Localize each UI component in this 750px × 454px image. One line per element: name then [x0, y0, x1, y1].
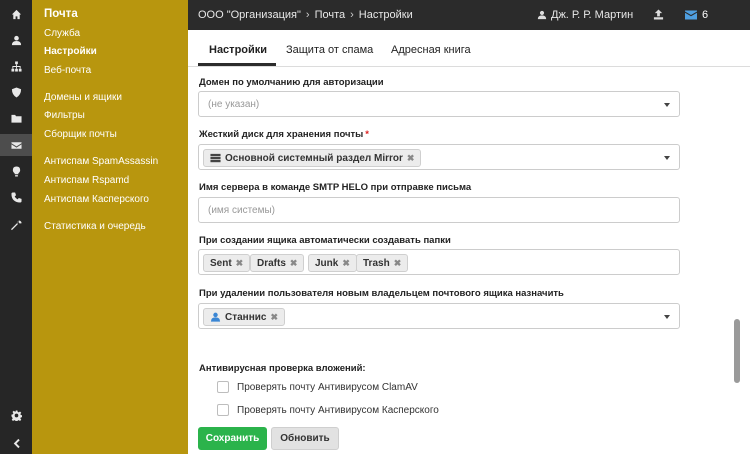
- clamav-label: Проверять почту Антивирусом ClamAV: [237, 381, 418, 393]
- scrollbar[interactable]: [731, 67, 743, 454]
- tab-bar: Настройки Защита от спама Адресная книга: [188, 30, 750, 67]
- caret-down-icon: [664, 156, 670, 160]
- sidebar-item-domains[interactable]: Домены и ящики: [44, 92, 122, 103]
- folders-tag-input[interactable]: Sent ✖ Drafts ✖ Junk ✖ Trash ✖: [198, 249, 680, 275]
- owner-label: При удалении пользователя новым владельц…: [199, 288, 564, 299]
- user-icon: [210, 312, 221, 322]
- sitemap-icon[interactable]: [0, 55, 32, 77]
- phone-icon[interactable]: [0, 186, 32, 208]
- sidebar-item-webmail[interactable]: Веб-почта: [44, 65, 91, 76]
- save-button[interactable]: Сохранить: [198, 427, 267, 450]
- sidebar-item-stats[interactable]: Статистика и очередь: [44, 221, 146, 232]
- envelope-icon[interactable]: [0, 134, 32, 156]
- sidebar-item-collector[interactable]: Сборщик почты: [44, 129, 117, 140]
- remove-icon[interactable]: ✖: [394, 258, 402, 269]
- helo-placeholder: (имя системы): [208, 205, 275, 216]
- kaspersky-checkbox-row[interactable]: Проверять почту Антивирусом Касперского: [217, 404, 439, 416]
- folder-tag: Trash ✖: [356, 254, 409, 272]
- kaspersky-checkbox[interactable]: [217, 404, 229, 416]
- folder-tag-label: Trash: [363, 257, 390, 269]
- sidebar-item-service[interactable]: Служба: [44, 28, 80, 39]
- kaspersky-label: Проверять почту Антивирусом Касперского: [237, 404, 439, 416]
- breadcrumb-page: Настройки: [358, 9, 413, 21]
- remove-icon[interactable]: ✖: [236, 258, 244, 269]
- sidebar-item-kaspersky[interactable]: Антиспам Касперского: [44, 194, 149, 205]
- antivirus-title: Антивирусная проверка вложений:: [199, 363, 366, 374]
- disk-label: Жесткий диск для хранения почты *: [199, 129, 369, 140]
- caret-down-icon: [664, 103, 670, 107]
- disk-tag: Основной системный раздел Mirror ✖: [203, 149, 422, 167]
- scrollbar-thumb[interactable]: [734, 319, 740, 383]
- breadcrumb-separator: ›: [305, 9, 310, 21]
- envelope-icon: [685, 10, 697, 20]
- server-icon: [210, 153, 221, 163]
- folder-tag-label: Sent: [210, 257, 232, 269]
- clamav-checkbox-row[interactable]: Проверять почту Антивирусом ClamAV: [217, 381, 418, 393]
- folder-tag: Drafts ✖: [250, 254, 305, 272]
- lightbulb-icon[interactable]: [0, 160, 32, 182]
- sidebar-item-spamassassin[interactable]: Антиспам SpamAssassin: [44, 156, 158, 167]
- remove-icon[interactable]: ✖: [342, 258, 350, 269]
- required-mark: *: [365, 129, 369, 140]
- folder-icon[interactable]: [0, 107, 32, 129]
- breadcrumb-separator: ›: [350, 9, 354, 21]
- breadcrumb-org[interactable]: ООО "Организация": [198, 9, 301, 21]
- folder-tag: Sent ✖: [203, 254, 251, 272]
- shield-icon[interactable]: [0, 81, 32, 103]
- owner-tag: Станнис ✖: [203, 308, 286, 326]
- folders-label: При создании ящика автоматически создава…: [199, 235, 451, 246]
- default-domain-placeholder: (не указан): [208, 99, 260, 110]
- chevron-left-icon[interactable]: [0, 432, 32, 454]
- folder-tag: Junk ✖: [308, 254, 357, 272]
- disk-label-text: Жесткий диск для хранения почты: [199, 129, 364, 140]
- icon-rail: [0, 0, 32, 454]
- disk-tag-label: Основной системный раздел Mirror: [225, 152, 403, 164]
- default-domain-label: Домен по умолчанию для авторизации: [199, 77, 384, 88]
- default-domain-select[interactable]: (не указан): [198, 91, 680, 117]
- upload-button[interactable]: [653, 9, 664, 23]
- breadcrumb: ООО "Организация" › Почта › Настройки: [198, 9, 413, 21]
- breadcrumb-section[interactable]: Почта: [315, 9, 346, 21]
- helo-label: Имя сервера в команде SMTP HELO при отпр…: [199, 182, 472, 193]
- user-icon: [537, 10, 547, 20]
- top-bar: ООО "Организация" › Почта › Настройки Дж…: [188, 0, 750, 30]
- owner-tag-label: Станнис: [225, 311, 267, 323]
- sidebar: Почта Служба Настройки Веб-почта Домены …: [32, 0, 188, 454]
- user-name: Дж. Р. Р. Мартин: [551, 9, 634, 21]
- folder-tag-label: Drafts: [257, 257, 286, 269]
- clamav-checkbox[interactable]: [217, 381, 229, 393]
- mail-count: 6: [702, 9, 709, 21]
- upload-icon: [653, 9, 664, 20]
- active-tab-indicator: [198, 63, 276, 66]
- tab-spam-protection[interactable]: Защита от спама: [286, 44, 373, 56]
- sidebar-title: Почта: [44, 8, 78, 20]
- gear-icon[interactable]: [0, 404, 32, 426]
- folder-tag-label: Junk: [315, 257, 339, 269]
- helo-input[interactable]: (имя системы): [198, 197, 680, 223]
- remove-icon[interactable]: ✖: [290, 258, 298, 269]
- tab-settings[interactable]: Настройки: [209, 44, 267, 56]
- user-icon[interactable]: [0, 29, 32, 51]
- caret-down-icon: [664, 315, 670, 319]
- remove-icon[interactable]: ✖: [270, 312, 278, 323]
- mail-notifications[interactable]: 6: [685, 9, 708, 21]
- sidebar-item-filters[interactable]: Фильтры: [44, 110, 85, 121]
- disk-select[interactable]: Основной системный раздел Mirror ✖: [198, 144, 680, 170]
- user-menu[interactable]: Дж. Р. Р. Мартин: [537, 9, 633, 21]
- home-icon[interactable]: [0, 3, 32, 25]
- sidebar-item-settings[interactable]: Настройки: [44, 46, 97, 57]
- owner-select[interactable]: Станнис ✖: [198, 303, 680, 329]
- tab-address-book[interactable]: Адресная книга: [391, 44, 471, 56]
- remove-icon[interactable]: ✖: [407, 153, 415, 164]
- sidebar-item-rspamd[interactable]: Антиспам Rspamd: [44, 175, 129, 186]
- wrench-icon[interactable]: [0, 214, 32, 236]
- refresh-button[interactable]: Обновить: [271, 427, 339, 450]
